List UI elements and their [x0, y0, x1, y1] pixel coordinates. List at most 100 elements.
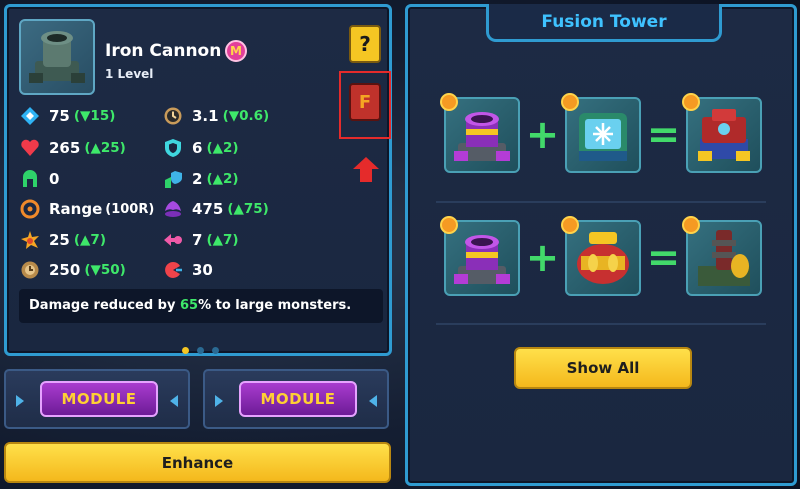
stat-delta: (▲25) [84, 140, 126, 156]
module-button-1[interactable]: MODULE [40, 381, 158, 417]
tower-name: Iron Cannon [105, 41, 222, 61]
armor-icon [19, 168, 41, 190]
ice-tower-icon [579, 113, 627, 161]
arrow-right-icon [170, 395, 178, 407]
fusion-panel: Fusion Tower + = + = Show All [405, 4, 797, 486]
page-dot[interactable] [212, 347, 219, 354]
tower-level: 1 Level [105, 67, 154, 81]
gear-icon [682, 93, 700, 111]
purple-tower-icon [454, 112, 510, 161]
tower-info-panel: Iron Cannon M 1 Level ? F 75 (▼15) 265 (… [4, 4, 392, 356]
shield-icon [162, 137, 184, 159]
stat-value: 25 [49, 231, 70, 249]
magic-shield-icon [162, 168, 184, 190]
stat-splash: 475 (▲75) [162, 198, 269, 220]
stat-value: 7 [192, 231, 203, 249]
module-button-2[interactable]: MODULE [239, 381, 357, 417]
cooldown-icon [19, 259, 41, 281]
stat-value: 75 [49, 107, 70, 125]
heart-icon [19, 137, 41, 159]
fusion-result-icon [698, 109, 750, 161]
stat-hp: 265 (▲25) [19, 137, 126, 159]
fusion-recipe[interactable]: + = [440, 93, 762, 173]
stat-delta: (▲2) [206, 140, 239, 156]
gear-icon [561, 216, 579, 234]
arrow-right-icon [369, 395, 377, 407]
purple-tower-icon [454, 235, 510, 284]
description-prefix: Damage reduced by [29, 298, 180, 313]
gear-icon [561, 93, 579, 111]
module-slot-2: MODULE [203, 369, 389, 429]
stat-armor: 0 [19, 168, 59, 190]
arrow-left-icon [215, 395, 223, 407]
recipe-ingredient-2[interactable] [561, 93, 641, 173]
enhance-button[interactable]: Enhance [4, 442, 391, 483]
equals-sign: = [646, 235, 681, 281]
stat-value: 30 [192, 261, 213, 279]
stat-chomp: 30 [162, 259, 213, 281]
plus-sign: + [525, 235, 560, 281]
recipe-result[interactable] [682, 216, 762, 296]
missile-tower-icon [577, 232, 629, 284]
fusion-result-icon [698, 230, 750, 286]
chomp-icon [162, 259, 184, 281]
fusion-book-button[interactable]: F [349, 83, 381, 121]
equals-sign: = [646, 112, 681, 158]
stat-value: 2 [192, 170, 203, 188]
show-all-button[interactable]: Show All [514, 347, 692, 389]
gear-icon [682, 216, 700, 234]
stat-defense: 6 (▲2) [162, 137, 239, 159]
knockback-icon [162, 229, 184, 251]
stat-delta: (▼50) [84, 262, 126, 278]
stat-crit: 25 (▲7) [19, 229, 106, 251]
recipe-ingredient-1[interactable] [440, 216, 520, 296]
recipe-ingredient-1[interactable] [440, 93, 520, 173]
recipe-divider [436, 201, 766, 203]
fusion-title: Fusion Tower [486, 4, 722, 42]
stat-range: Range (100R) [19, 198, 154, 220]
page-dot-active[interactable] [182, 347, 189, 354]
stat-cooldown: 250 (▼50) [19, 259, 126, 281]
clock-icon [162, 105, 184, 127]
crosshair-icon [19, 198, 41, 220]
stat-delta: (▼15) [73, 108, 116, 124]
stat-attack: 75 (▼15) [19, 105, 115, 127]
stat-magic-defense: 2 (▲2) [162, 168, 239, 190]
rarity-badge: M [225, 40, 247, 62]
description-highlight: 65 [179, 298, 199, 313]
stat-value: 250 [49, 261, 81, 279]
stat-delta: (▲7) [206, 232, 239, 248]
gear-icon [440, 93, 458, 111]
help-book-button[interactable]: ? [349, 25, 381, 63]
stat-value: 475 [192, 200, 224, 218]
module-slot-1: MODULE [4, 369, 190, 429]
stat-value: 265 [49, 139, 81, 157]
stat-delta: (▲7) [73, 232, 106, 248]
stat-value: 6 [192, 139, 203, 157]
stat-value: 3.1 [192, 107, 219, 125]
page-dot[interactable] [197, 347, 204, 354]
recipe-ingredient-2[interactable] [561, 216, 641, 296]
explosion-icon [19, 229, 41, 251]
stat-delta: (▲75) [227, 201, 269, 217]
arrow-left-icon [16, 395, 24, 407]
recipe-result[interactable] [682, 93, 762, 173]
stat-knockback: 7 (▲7) [162, 229, 239, 251]
stat-label: Range [49, 200, 103, 218]
recipe-divider [436, 323, 766, 325]
gear-icon [440, 216, 458, 234]
attack-diamond-icon [19, 105, 41, 127]
stat-unit: (100R) [105, 201, 155, 217]
fusion-recipe[interactable]: + = [440, 216, 762, 296]
stat-delta: (▼0.6) [222, 108, 270, 124]
iron-cannon-icon [29, 31, 85, 83]
pointer-arrow-stem [360, 168, 372, 182]
description-suffix: % to large monsters. [198, 298, 352, 313]
stat-delta: (▲2) [206, 171, 239, 187]
stat-attack-speed: 3.1 (▼0.6) [162, 105, 269, 127]
stat-value: 0 [49, 170, 60, 188]
page-indicator [182, 347, 219, 354]
splash-icon [162, 198, 184, 220]
tower-description: Damage reduced by 65% to large monsters. [19, 289, 383, 323]
tower-portrait [19, 19, 95, 95]
